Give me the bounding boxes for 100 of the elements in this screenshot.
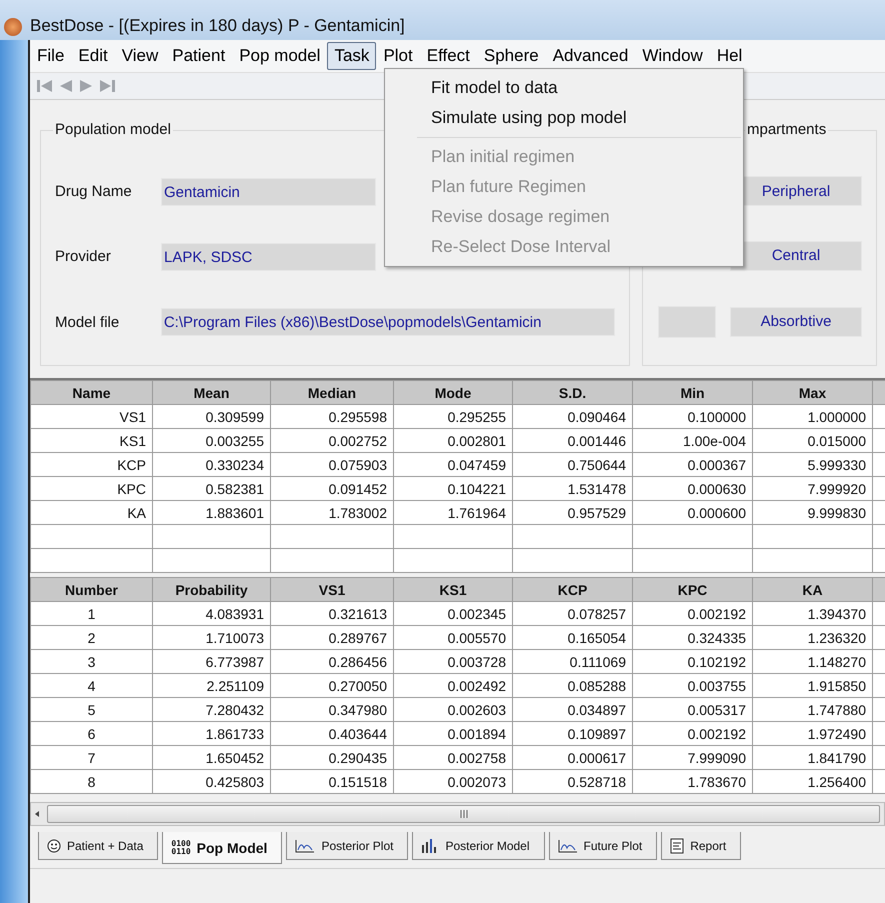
table-cell: 0.330234 xyxy=(152,452,270,476)
table-cell: 0.290435 xyxy=(270,746,394,770)
menu-option[interactable]: Fit model to data xyxy=(385,73,743,103)
menu-item[interactable]: Patient xyxy=(165,42,232,70)
column-header[interactable]: Max xyxy=(752,380,872,404)
table-cell: 1.761964 xyxy=(394,500,512,524)
table-cell: 0.002492 xyxy=(394,674,512,698)
table-cell: 0.002603 xyxy=(394,698,512,722)
table-cell: 0.003255 xyxy=(152,428,270,452)
table-cell: 0.091452 xyxy=(270,476,394,500)
column-header[interactable]: Number xyxy=(30,578,152,602)
menu-item[interactable]: View xyxy=(114,42,166,70)
table-cell: 1.650452 xyxy=(152,746,270,770)
column-header[interactable]: KPC xyxy=(632,578,752,602)
table-cell: 0.001894 xyxy=(394,722,512,746)
table-cell: 0.047459 xyxy=(394,452,512,476)
column-header[interactable]: KA xyxy=(752,578,872,602)
menu-item[interactable]: Hel xyxy=(710,42,750,70)
table-cell: 1.783670 xyxy=(632,770,752,794)
table-cell: 6 xyxy=(30,722,152,746)
grip-icon xyxy=(458,810,468,818)
table-cell: 1.00e-004 xyxy=(632,428,752,452)
column-header[interactable]: Mean xyxy=(152,380,270,404)
table-cell: 1 xyxy=(30,602,152,626)
table-cell: 0.100000 xyxy=(632,404,752,428)
table-cell: 1.710073 xyxy=(152,626,270,650)
table-cell: 4.083931 xyxy=(152,602,270,626)
scrollbar-thumb[interactable] xyxy=(47,805,880,823)
menu-item[interactable]: Plot xyxy=(376,42,420,70)
table-cell: 2.251109 xyxy=(152,674,270,698)
menu-item[interactable]: Window xyxy=(635,42,710,70)
compartment-button[interactable]: Central xyxy=(730,240,862,271)
table-cell: 0.002192 xyxy=(632,602,752,626)
value-field[interactable]: Gentamicin xyxy=(161,178,376,206)
smiley-icon xyxy=(47,838,61,852)
table-cell: 0.286456 xyxy=(270,650,394,674)
table-cell: 0.000617 xyxy=(512,746,632,770)
column-header[interactable]: KS1 xyxy=(394,578,512,602)
table-cell: 8 xyxy=(30,770,152,794)
table-cell: 0.005317 xyxy=(632,698,752,722)
value-field[interactable]: LAPK, SDSC xyxy=(161,242,376,271)
column-header[interactable]: Mode xyxy=(394,380,512,404)
table-cell: 0.003728 xyxy=(394,650,512,674)
table-cell: 0.000367 xyxy=(632,452,752,476)
table-cell: 0.957529 xyxy=(512,500,632,524)
tab[interactable]: Posterior Plot xyxy=(286,832,408,860)
menu-item[interactable]: Advanced xyxy=(546,42,636,70)
tab[interactable]: Patient + Data xyxy=(38,832,158,860)
menu-item[interactable]: Task xyxy=(327,42,376,70)
table-cell: 0.002345 xyxy=(394,602,512,626)
table-cell: 0.003755 xyxy=(632,674,752,698)
table-cell: 0.034897 xyxy=(512,698,632,722)
horizontal-scrollbar[interactable] xyxy=(30,802,885,826)
menu-item[interactable]: Effect xyxy=(420,42,477,70)
compartment-button[interactable]: Absorbtive xyxy=(730,306,862,337)
menu-item[interactable]: Edit xyxy=(71,42,115,70)
value-field[interactable]: C:\Program Files (x86)\BestDose\popmodels\Gentamicin xyxy=(160,308,615,336)
menu-item[interactable]: Pop model xyxy=(232,42,328,70)
table-cell: 0.000630 xyxy=(632,476,752,500)
table-cell: 7.280432 xyxy=(152,698,270,722)
column-header[interactable]: Name xyxy=(30,380,152,404)
table-cell: 1.394370 xyxy=(752,602,872,626)
table-cell: 7.999920 xyxy=(752,476,872,500)
tab[interactable]: Posterior Model xyxy=(412,832,545,860)
app-icon xyxy=(4,18,22,36)
table-cell: 1.256400 xyxy=(752,770,872,794)
table-cell: 0.528718 xyxy=(512,770,632,794)
column-header[interactable]: Median xyxy=(270,380,394,404)
table-cell: 1.915850 xyxy=(752,674,872,698)
column-header[interactable]: KCP xyxy=(512,578,632,602)
last-record-icon[interactable] xyxy=(98,78,116,94)
menu-item[interactable]: File xyxy=(30,42,72,70)
table-cell: 6.773987 xyxy=(152,650,270,674)
tab[interactable]: Future Plot xyxy=(548,832,658,860)
compartment-field[interactable] xyxy=(658,306,716,338)
tab[interactable]: Report xyxy=(661,832,742,860)
menu-item[interactable]: Sphere xyxy=(476,42,546,70)
first-record-icon[interactable] xyxy=(36,78,54,94)
table-cell: 7 xyxy=(30,746,152,770)
table-cell: 0.289767 xyxy=(270,626,394,650)
table-cell: 0.403644 xyxy=(270,722,394,746)
table-cell: 1.000000 xyxy=(752,404,872,428)
column-header[interactable]: Probability xyxy=(152,578,270,602)
menu-option[interactable]: Simulate using pop model xyxy=(385,103,743,133)
column-header[interactable]: S.D. xyxy=(512,380,632,404)
table-cell: KA xyxy=(30,500,152,524)
table-cell: 0.090464 xyxy=(512,404,632,428)
table-cell: 1.747880 xyxy=(752,698,872,722)
table-cell: 1.783002 xyxy=(270,500,394,524)
table-cell: KS1 xyxy=(30,428,152,452)
table-cell: 7.999090 xyxy=(632,746,752,770)
column-header[interactable]: VS1 xyxy=(270,578,394,602)
table-cell: 1.972490 xyxy=(752,722,872,746)
previous-icon[interactable] xyxy=(58,78,74,94)
table-cell: 0.002752 xyxy=(270,428,394,452)
table-cell: 0.102192 xyxy=(632,650,752,674)
document-icon xyxy=(670,838,684,854)
next-icon[interactable] xyxy=(78,78,94,94)
table-cell: 0.295598 xyxy=(270,404,394,428)
column-header[interactable]: Min xyxy=(632,380,752,404)
